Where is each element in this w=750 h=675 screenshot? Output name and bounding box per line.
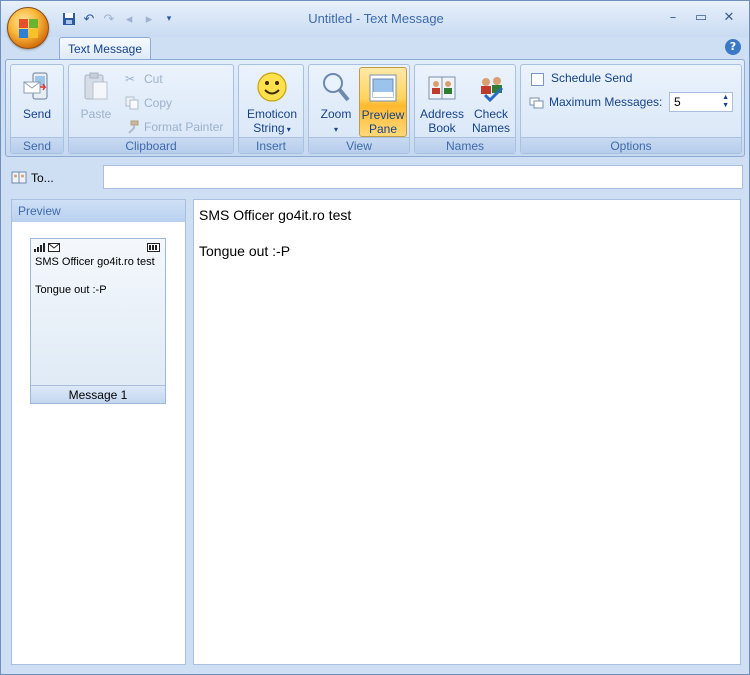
ribbon-tab-row: Text Message ? — [1, 37, 749, 60]
message-counter: Message 1 — [31, 385, 165, 403]
format-painter-button[interactable]: Format Painter — [125, 117, 223, 137]
group-label-view: View — [309, 137, 409, 153]
check-label-2: Names — [471, 121, 510, 135]
emoticon-string-button[interactable]: Emoticon String ▾ — [243, 67, 301, 137]
zoom-label: Zoom — [320, 107, 352, 121]
emoticon-dropdown-icon: ▾ — [284, 125, 291, 134]
schedule-send-label: Schedule Send — [551, 71, 633, 85]
address-book-button[interactable]: Address Book — [417, 67, 467, 137]
envelope-icon — [48, 241, 60, 255]
ribbon: Send Send Paste ✂ Cut Copy Format Painte… — [5, 59, 745, 157]
maximize-icon[interactable]: ▭ — [691, 7, 711, 27]
paste-button[interactable]: Paste — [73, 67, 119, 137]
group-clipboard: Paste ✂ Cut Copy Format Painter Clipboar… — [68, 64, 234, 154]
address-label-2: Book — [428, 121, 456, 135]
minimize-icon[interactable]: – — [663, 7, 683, 27]
group-options: Schedule Send Maximum Messages: 5 ▲ ▼ Opt… — [520, 64, 742, 154]
zoom-button[interactable]: Zoom ▾ — [313, 67, 359, 137]
group-send: Send Send — [10, 64, 64, 154]
office-button[interactable] — [7, 7, 49, 49]
group-label-options: Options — [521, 137, 741, 153]
schedule-send-checkbox[interactable] — [531, 73, 544, 86]
spinner-arrows-icon[interactable]: ▲ ▼ — [722, 94, 729, 110]
to-label: To... — [31, 171, 54, 185]
check-names-button[interactable]: Check Names — [467, 67, 515, 137]
check-label-1: Check — [473, 107, 508, 121]
window-title: Untitled - Text Message — [308, 11, 444, 26]
zoom-dropdown-icon: ▾ — [333, 125, 338, 134]
to-button[interactable]: To... — [11, 167, 81, 189]
group-names: Address Book Check Names Names — [414, 64, 516, 154]
text-message-window: ↶ ↷ ◂ ▸ ▾ Untitled - Text Message – ▭ ✕ … — [0, 0, 750, 675]
format-painter-label: Format Painter — [144, 120, 224, 134]
address-label-1: Address — [419, 107, 465, 121]
group-label-names: Names — [415, 137, 515, 153]
address-book-small-icon — [11, 170, 27, 187]
preview-pane: Preview SMS Officer go4it.ro test Tongue… — [11, 199, 186, 665]
maximum-messages-label: Maximum Messages: — [549, 95, 663, 109]
copy-label: Copy — [144, 96, 173, 110]
scissors-icon: ✂ — [125, 72, 136, 86]
paste-icon — [84, 72, 108, 100]
to-field[interactable] — [103, 165, 743, 189]
preview-label-2: Pane — [368, 122, 398, 136]
copy-button[interactable]: Copy — [125, 93, 172, 113]
tab-text-message[interactable]: Text Message — [59, 37, 151, 60]
group-insert: Emoticon String ▾ Insert — [238, 64, 304, 154]
send-icon — [23, 72, 48, 100]
emoticon-label-1: Emoticon — [246, 107, 298, 121]
maximum-messages-value: 5 — [674, 95, 681, 109]
phone-preview: SMS Officer go4it.ro test Tongue out :-P… — [30, 238, 166, 404]
preview-pane-button[interactable]: Preview Pane — [359, 67, 407, 137]
preview-pane-icon — [369, 74, 397, 102]
signal-icon — [34, 241, 46, 255]
smiley-icon — [257, 72, 287, 102]
window-controls: – ▭ ✕ — [663, 7, 739, 27]
phone-status-bar — [31, 239, 165, 253]
format-painter-icon — [125, 120, 139, 134]
send-button[interactable]: Send — [14, 67, 60, 137]
send-label: Send — [22, 107, 52, 121]
group-label-clipboard: Clipboard — [69, 137, 233, 153]
preview-label-1: Preview — [361, 108, 405, 122]
phone-message-text: SMS Officer go4it.ro test Tongue out :-P — [35, 256, 155, 296]
message-body-editor[interactable]: SMS Officer go4it.ro test Tongue out :-P — [193, 199, 741, 665]
maximum-messages-spinner[interactable]: 5 ▲ ▼ — [669, 92, 733, 112]
messages-icon — [529, 96, 545, 110]
close-icon[interactable]: ✕ — [719, 7, 739, 27]
cut-button[interactable]: ✂ Cut — [125, 69, 163, 89]
paste-label: Paste — [80, 107, 112, 121]
preview-header: Preview — [12, 200, 185, 222]
address-book-icon — [428, 76, 456, 100]
office-logo-icon — [19, 19, 39, 39]
recipient-row: To... — [5, 163, 745, 191]
emoticon-label-2: String — [253, 121, 285, 135]
check-names-icon — [481, 77, 504, 103]
cut-label: Cut — [144, 72, 163, 86]
help-icon[interactable]: ? — [725, 39, 741, 55]
magnifier-icon — [323, 73, 350, 102]
group-label-insert: Insert — [239, 137, 303, 153]
group-view: Zoom ▾ Preview Pane View — [308, 64, 410, 154]
copy-icon — [125, 96, 139, 110]
battery-icon — [147, 241, 161, 255]
title-bar: ↶ ↷ ◂ ▸ ▾ Untitled - Text Message – ▭ ✕ — [1, 1, 749, 49]
group-label-send: Send — [11, 137, 63, 153]
